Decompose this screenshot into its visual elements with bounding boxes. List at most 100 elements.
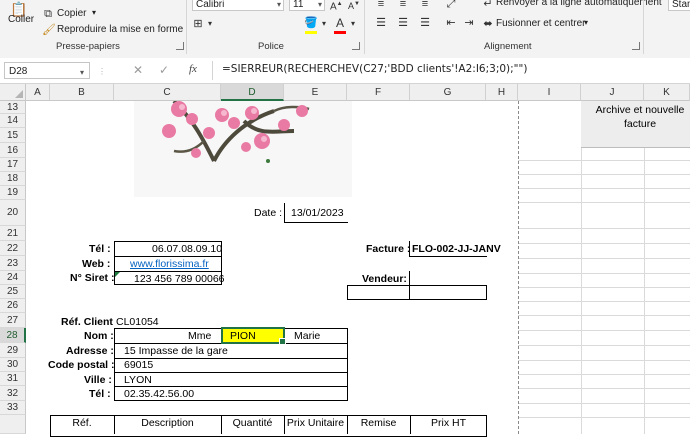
- gridline: [518, 243, 690, 244]
- row-header-15[interactable]: 15: [0, 128, 26, 143]
- copy-button[interactable]: Copier: [57, 8, 86, 19]
- row-header-31[interactable]: 31: [0, 372, 26, 386]
- copy-icon[interactable]: ⧉: [42, 7, 54, 21]
- number-format-combo[interactable]: Stan: [668, 0, 690, 11]
- indent-icon[interactable]: ⇤: [444, 16, 458, 30]
- page-break-line: [518, 101, 519, 434]
- row-header-32[interactable]: 32: [0, 386, 26, 401]
- row-header-23[interactable]: 23: [0, 256, 26, 271]
- row-header-29[interactable]: 29: [0, 343, 26, 358]
- row-header-18[interactable]: 18: [0, 172, 26, 186]
- format-painter-button[interactable]: Reproduire la mise en forme: [57, 24, 183, 35]
- row-header-14[interactable]: 14: [0, 114, 26, 128]
- civilite-value[interactable]: Mme: [188, 329, 211, 343]
- format-painter-icon[interactable]: 🖌: [42, 23, 56, 37]
- row-header-21[interactable]: 21: [0, 226, 26, 241]
- row-header-24[interactable]: 24: [0, 271, 26, 285]
- adresse-value[interactable]: 15 Impasse de la gare: [124, 344, 228, 358]
- fill-handle[interactable]: [279, 338, 286, 345]
- column-header-k[interactable]: K: [644, 84, 690, 101]
- siret-value[interactable]: 123 456 789 00066: [134, 272, 225, 286]
- row-header-16[interactable]: 16: [0, 143, 26, 158]
- row-header-34[interactable]: [0, 415, 26, 434]
- name-box[interactable]: D28: [4, 62, 90, 79]
- column-header-h[interactable]: H: [486, 84, 518, 101]
- tel2-value[interactable]: 02.35.42.56.00: [124, 387, 194, 401]
- row-header-20[interactable]: 20: [0, 200, 26, 226]
- row-header-30[interactable]: 30: [0, 358, 26, 372]
- outdent-icon[interactable]: ⇥: [462, 16, 476, 30]
- increase-font-icon[interactable]: A▲: [330, 0, 343, 14]
- gridline: [518, 273, 690, 274]
- font-size-combo[interactable]: 11 ▾: [289, 0, 325, 11]
- code-postal-label: Code postal :: [48, 359, 115, 371]
- insert-function-icon[interactable]: fx: [189, 63, 197, 75]
- font-color-icon[interactable]: A: [334, 16, 346, 30]
- col-header-ref: Réf.: [72, 417, 92, 429]
- cancel-icon[interactable]: ✕: [133, 63, 143, 77]
- borders-icon[interactable]: ⊞: [192, 17, 204, 31]
- align-top-icon[interactable]: ≡: [374, 0, 388, 11]
- ville-value[interactable]: LYON: [124, 373, 152, 387]
- fill-color-dropdown-icon[interactable]: ▾: [320, 17, 328, 31]
- merge-dropdown-icon[interactable]: ▾: [584, 18, 588, 27]
- error-indicator-icon[interactable]: [115, 272, 120, 277]
- col-header-quantite: Quantité: [232, 417, 273, 429]
- align-middle-icon[interactable]: ≡: [396, 0, 410, 11]
- font-launcher-icon[interactable]: [352, 42, 360, 50]
- row-header-19[interactable]: 19: [0, 186, 26, 200]
- merge-center-button[interactable]: Fusionner et centrer: [496, 18, 586, 29]
- wrap-text-icon[interactable]: ↵: [482, 0, 494, 11]
- wrap-text-button[interactable]: Renvoyer à la ligne automatiquement: [496, 0, 662, 8]
- siret-label: N° Siret :: [70, 272, 115, 284]
- row-header-33[interactable]: 33: [0, 401, 26, 415]
- name-box-dropdown-icon[interactable]: ▾: [80, 68, 84, 77]
- paste-button[interactable]: Coller: [8, 14, 34, 25]
- font-name-combo[interactable]: Calibri ▾: [192, 0, 284, 11]
- align-center-icon[interactable]: ☰: [396, 16, 410, 30]
- row-header-28[interactable]: 28: [0, 328, 26, 343]
- row-header-25[interactable]: 25: [0, 285, 26, 299]
- align-left-icon[interactable]: ☰: [374, 16, 388, 30]
- nom-value[interactable]: PION: [230, 329, 256, 343]
- formula-input[interactable]: =SIERREUR(RECHERCHEV(C27;'BDD clients'!A…: [222, 63, 527, 75]
- borders-dropdown-icon[interactable]: ▾: [206, 17, 214, 31]
- row-header-22[interactable]: 22: [0, 241, 26, 256]
- ref-client-value[interactable]: CL01054: [116, 315, 159, 329]
- column-header-d[interactable]: D: [221, 84, 284, 101]
- column-header-g[interactable]: G: [410, 84, 486, 101]
- align-bottom-icon[interactable]: ≡: [418, 0, 432, 11]
- select-all-button[interactable]: [0, 84, 26, 101]
- column-header-b[interactable]: B: [50, 84, 114, 101]
- column-header-e[interactable]: E: [284, 84, 347, 101]
- align-right-icon[interactable]: ☰: [418, 16, 432, 30]
- column-header-f[interactable]: F: [347, 84, 410, 101]
- fill-color-icon[interactable]: 🪣: [304, 16, 318, 30]
- prenom-value[interactable]: Marie: [294, 329, 320, 343]
- tel-value[interactable]: 06.07.08.09.10: [152, 242, 222, 256]
- decrease-font-icon[interactable]: A▼: [348, 0, 360, 13]
- facture-value[interactable]: FLO-002-JJ-JANV: [412, 242, 501, 256]
- alignment-launcher-icon[interactable]: [632, 42, 640, 50]
- font-color-dropdown-icon[interactable]: ▾: [349, 17, 357, 31]
- row-header-17[interactable]: 17: [0, 158, 26, 172]
- row-header-27[interactable]: 27: [0, 313, 26, 328]
- column-header-j[interactable]: J: [581, 84, 644, 101]
- vendeur-box[interactable]: [347, 285, 487, 300]
- row-header-26[interactable]: 26: [0, 299, 26, 313]
- date-value[interactable]: 13/01/2023: [291, 206, 344, 220]
- copy-dropdown-icon[interactable]: ▾: [92, 8, 96, 17]
- row-header-13[interactable]: 13: [0, 101, 26, 114]
- web-link[interactable]: www.florissima.fr: [130, 257, 209, 271]
- ribbon: 📋 Coller ⧉ Copier ▾ 🖌 Reproduire la mise…: [0, 0, 690, 59]
- gridline: [581, 101, 582, 434]
- column-header-i[interactable]: I: [518, 84, 581, 101]
- enter-icon[interactable]: ✓: [159, 63, 169, 77]
- orientation-icon[interactable]: ⤢: [444, 0, 458, 11]
- column-header-c[interactable]: C: [114, 84, 221, 101]
- archive-new-invoice-button[interactable]: Archive et nouvelle facture: [581, 101, 690, 148]
- clipboard-launcher-icon[interactable]: [176, 42, 184, 50]
- code-postal-value[interactable]: 69015: [124, 358, 153, 372]
- merge-center-icon[interactable]: ⬌: [482, 17, 494, 31]
- column-header-a[interactable]: A: [26, 84, 50, 101]
